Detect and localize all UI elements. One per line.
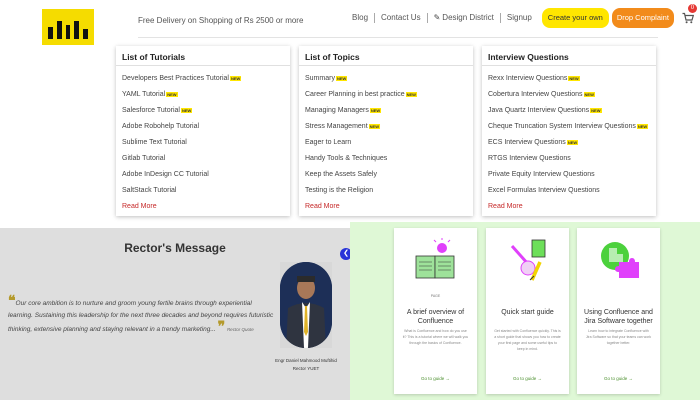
rector-role: Rector YUET: [292, 366, 320, 371]
pen-icon: ✎: [433, 13, 441, 22]
page-root: Free Delivery on Shopping of Rs 2500 or …: [0, 0, 700, 400]
rector-message-title: Rector's Message: [124, 241, 226, 255]
topics-panel-title: List of Topics: [299, 46, 473, 66]
create-your-own-button[interactable]: Create your own: [541, 8, 609, 28]
new-badge: NEW: [369, 107, 382, 113]
new-badge: NEW: [590, 107, 602, 113]
new-badge: NEW: [636, 123, 649, 129]
rector-quote: ❝Our core ambition is to nurture and gro…: [8, 293, 278, 336]
list-item[interactable]: Handy Tools & Techniques: [305, 154, 467, 170]
list-item[interactable]: Adobe InDesign CC Tutorial: [122, 170, 284, 186]
puzzle-icon: [601, 242, 639, 278]
rector-name: Engr Daniel Mahmood Muftihid: [275, 358, 337, 363]
free-delivery-text: Free Delivery on Shopping of Rs 2500 or …: [138, 16, 304, 25]
top-nav: Blog Contact Us ✎ Design District Signup …: [346, 4, 697, 28]
nav-blog-link[interactable]: Blog: [346, 13, 376, 23]
chevron-left-icon: ❮: [343, 250, 349, 257]
rector-photo: [280, 262, 332, 348]
tutorials-list: Developers Best Practices Tutorial NEW YA…: [116, 66, 290, 218]
tutorials-read-more-link[interactable]: Read More: [122, 202, 284, 218]
card-description: Learn how to integrate Confluence with J…: [585, 329, 652, 345]
tutorials-panel-title: List of Tutorials: [116, 46, 290, 66]
list-item[interactable]: ECS Interview Questions NEW: [488, 138, 650, 154]
topics-read-more-link[interactable]: Read More: [305, 202, 467, 218]
card-link[interactable]: Go to guide →: [486, 376, 569, 381]
list-item[interactable]: Developers Best Practices Tutorial NEW: [122, 74, 284, 90]
rector-caption: Engr Daniel Mahmood Muftihid Rector YUET: [264, 357, 348, 373]
list-item[interactable]: Private Equity Interview Questions: [488, 170, 650, 186]
card-tag: PAGE: [430, 294, 441, 298]
list-item[interactable]: Managing Managers NEW: [305, 106, 467, 122]
list-item[interactable]: YAML Tutorial NEW: [122, 90, 284, 106]
list-item[interactable]: Cheque Truncation System Interview Quest…: [488, 122, 650, 138]
card-title: A brief overview of Confluence: [406, 309, 465, 325]
list-item[interactable]: Gitlab Tutorial: [122, 154, 284, 170]
interview-panel: Interview Questions Rexx Interview Quest…: [482, 46, 656, 216]
new-badge: NEW: [180, 107, 193, 113]
guide-card[interactable]: Quick start guide Get started with Confl…: [486, 228, 569, 394]
new-badge: NEW: [568, 75, 580, 81]
close-quote-icon: ❞: [217, 318, 226, 334]
site-logo[interactable]: [42, 9, 94, 45]
cart-icon: [682, 12, 694, 24]
logo-mark: [48, 21, 88, 39]
new-badge: NEW: [230, 75, 242, 81]
list-item[interactable]: Rexx Interview Questions NEW: [488, 74, 650, 90]
card-title: Quick start guide: [501, 309, 554, 316]
tutorials-panel: List of Tutorials Developers Best Practi…: [116, 46, 290, 216]
list-item[interactable]: Keep the Assets Safely: [305, 170, 467, 186]
cart-button[interactable]: 0: [682, 4, 697, 24]
list-item[interactable]: SaltStack Tutorial: [122, 186, 284, 202]
interview-list: Rexx Interview Questions NEW Cobertura In…: [482, 66, 656, 218]
list-item[interactable]: Eager to Learn: [305, 138, 467, 154]
new-badge: NEW: [405, 91, 417, 97]
book-lightbulb-icon: [415, 238, 455, 279]
cart-count-badge: 0: [687, 4, 697, 13]
header-divider: [138, 37, 658, 38]
nav-signup-link[interactable]: Signup: [501, 13, 538, 23]
nav-design-district-link[interactable]: ✎ Design District: [428, 13, 501, 23]
list-item[interactable]: Career Planning in best practice NEW: [305, 90, 467, 106]
new-badge: NEW: [566, 139, 579, 145]
interview-panel-title: Interview Questions: [482, 46, 656, 66]
card-description: What is Confluence and how do you use it…: [402, 329, 469, 345]
design-district-label: Design District: [442, 13, 494, 22]
list-item[interactable]: RTGS Interview Questions: [488, 154, 650, 170]
rector-portrait: [280, 262, 332, 348]
new-badge: NEW: [335, 75, 348, 81]
list-item[interactable]: Summary NEW: [305, 74, 467, 90]
list-item[interactable]: Adobe Robohelp Tutorial: [122, 122, 284, 138]
tools-icon: [510, 239, 546, 281]
guide-card[interactable]: PAGE A brief overview of Confluence What…: [394, 228, 477, 394]
rector-quote-by: Rector Quote: [226, 327, 254, 332]
new-badge: NEW: [166, 91, 178, 97]
card-title: Using Confluence and Jira Software toget…: [584, 309, 653, 325]
rector-portrait-illustration: [280, 262, 332, 348]
new-badge: NEW: [368, 123, 380, 129]
card-link[interactable]: Go to guide →: [577, 376, 660, 381]
interview-read-more-link[interactable]: Read More: [488, 202, 650, 218]
list-item[interactable]: Excel Formulas Interview Questions: [488, 186, 650, 202]
drop-complaint-button[interactable]: Drop Complaint: [611, 8, 674, 28]
list-item[interactable]: Testing is the Religion: [305, 186, 467, 202]
list-item[interactable]: Java Quartz Interview Questions NEW: [488, 106, 650, 122]
new-badge: NEW: [583, 91, 595, 97]
list-item[interactable]: Cobertura Interview Questions NEW: [488, 90, 650, 106]
list-item[interactable]: Sublime Text Tutorial: [122, 138, 284, 154]
open-quote-icon: ❝: [8, 292, 16, 308]
topics-panel: List of Topics Summary NEW Career Plannin…: [299, 46, 473, 216]
card-description: Get started with Confluence quickly. Thi…: [494, 329, 561, 351]
list-item[interactable]: Salesforce Tutorial NEW: [122, 106, 284, 122]
guide-card[interactable]: Using Confluence and Jira Software toget…: [577, 228, 660, 394]
card-link[interactable]: Go to guide →: [394, 376, 477, 381]
nav-contact-link[interactable]: Contact Us: [375, 13, 428, 23]
list-item[interactable]: Stress Management NEW: [305, 122, 467, 138]
topics-list: Summary NEW Career Planning in best pract…: [299, 66, 473, 218]
